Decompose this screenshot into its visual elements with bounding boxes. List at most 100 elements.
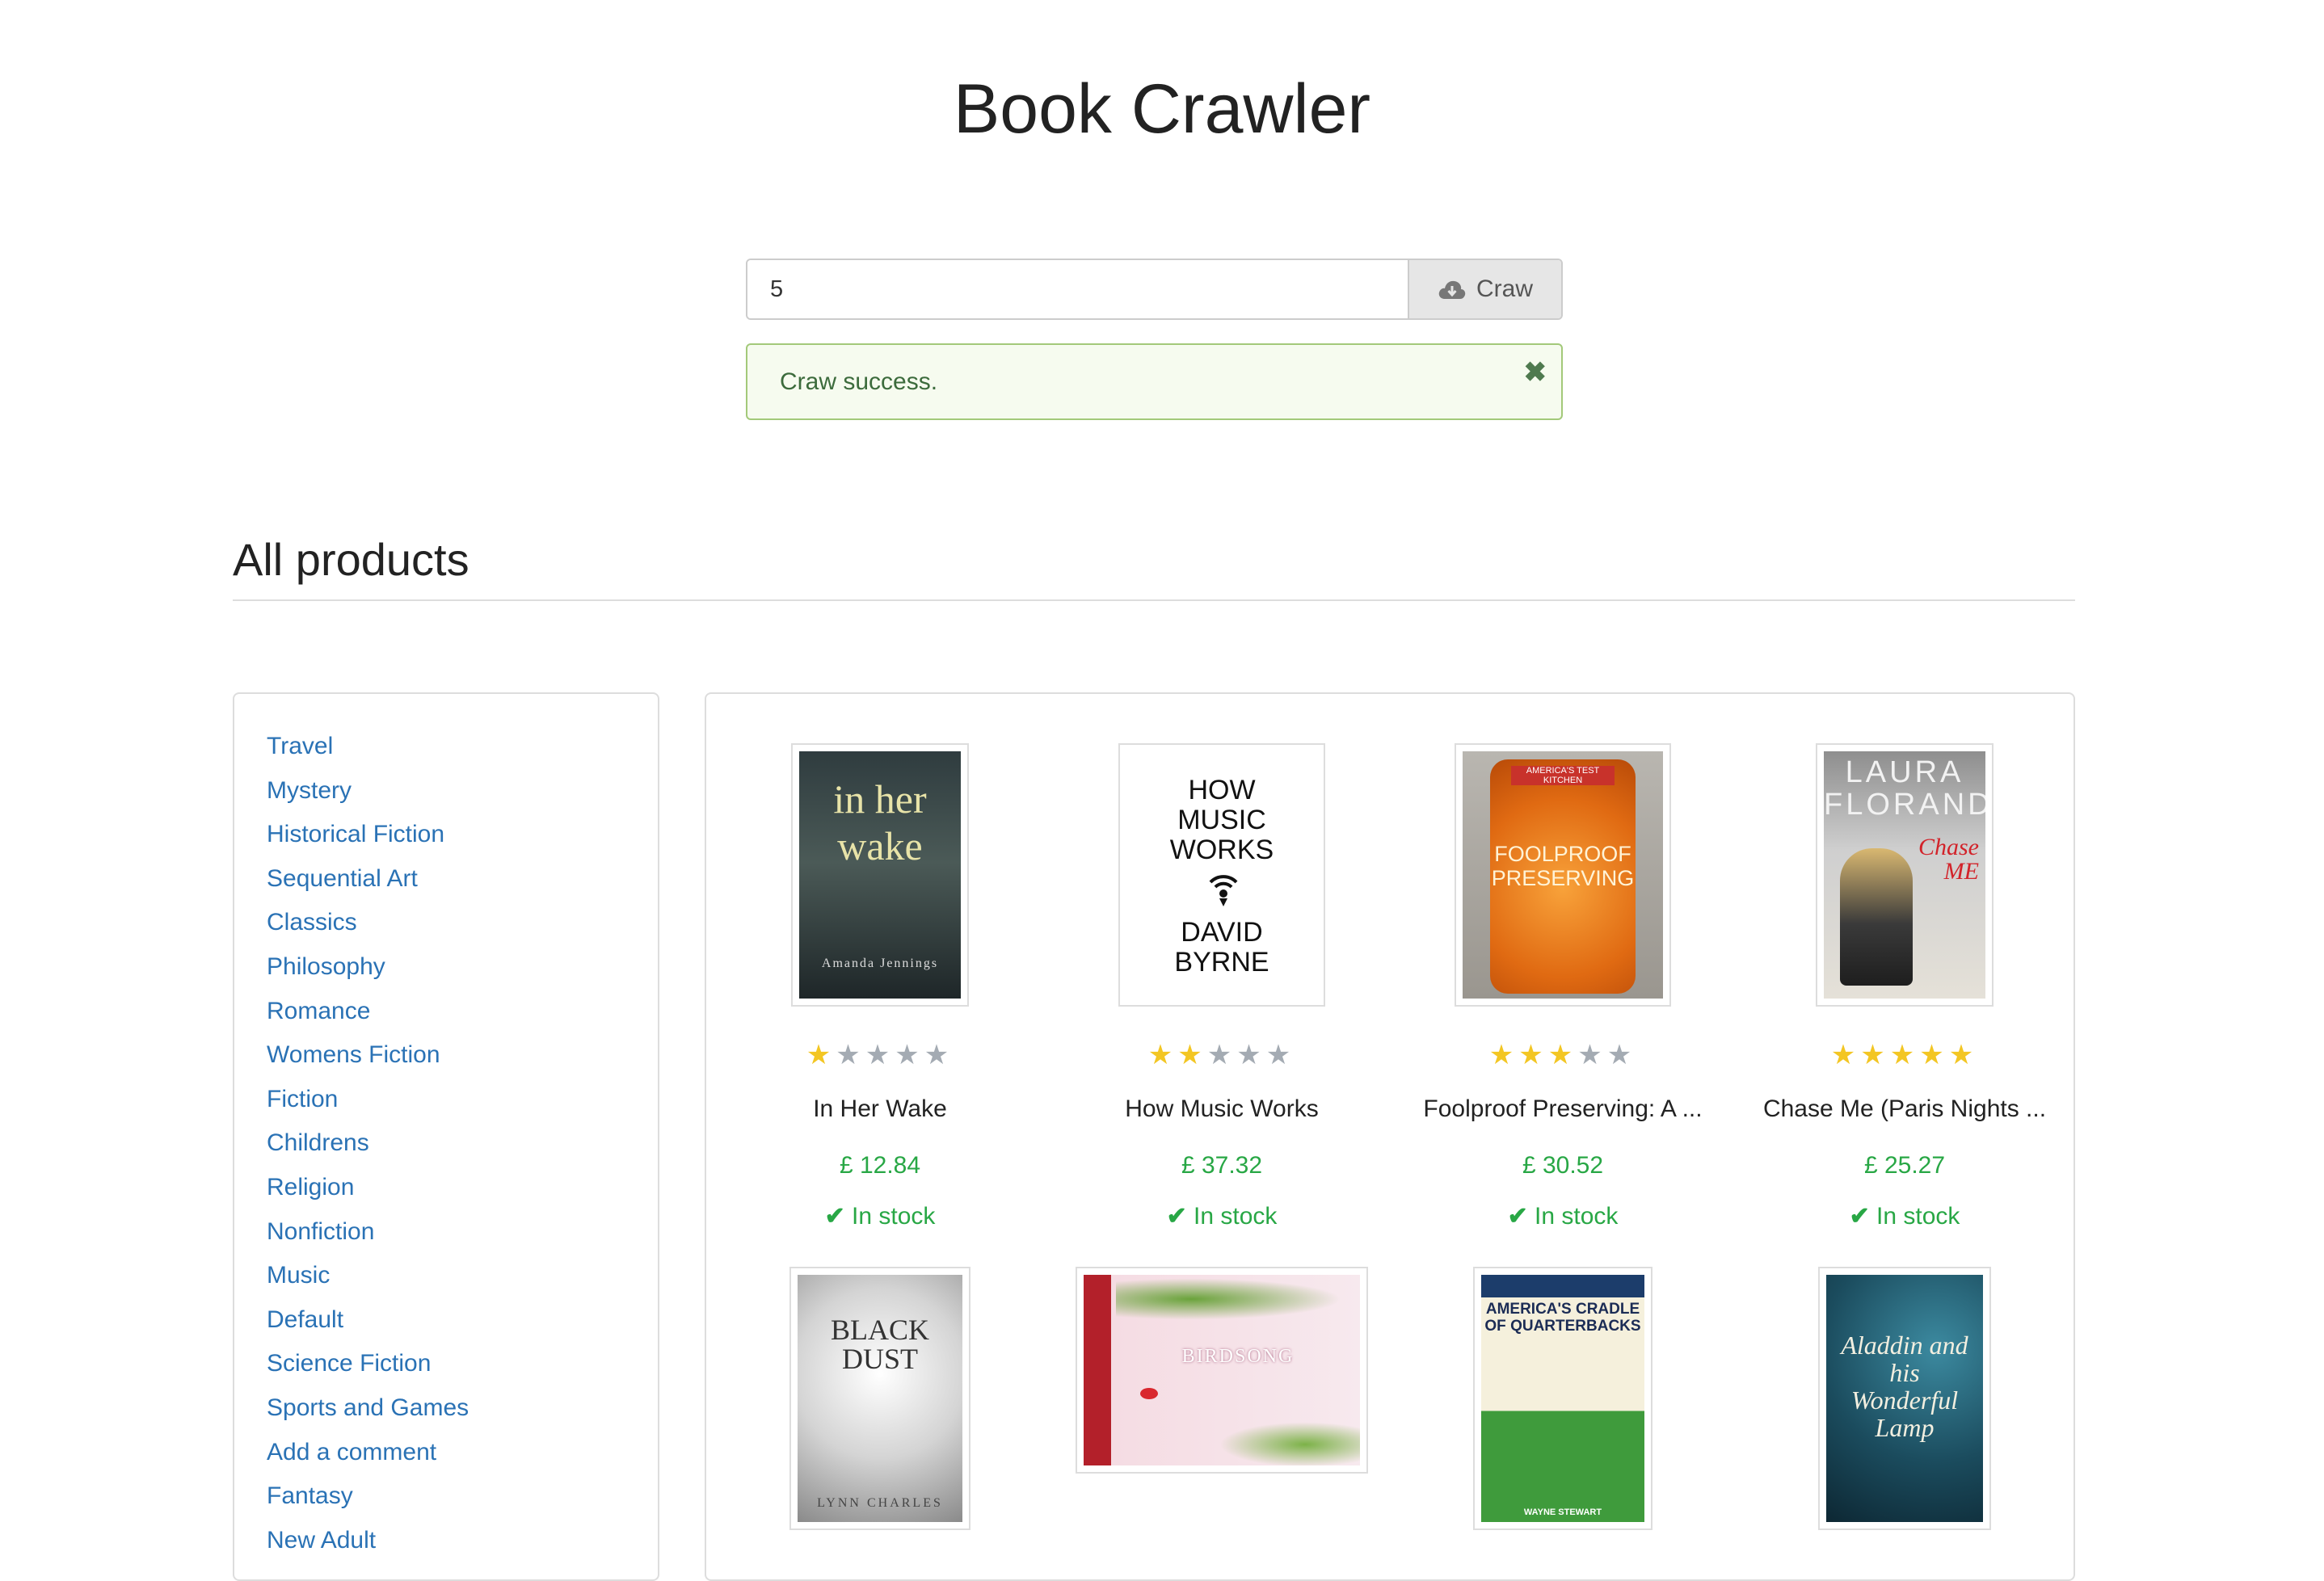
category-link[interactable]: Add a comment	[267, 1431, 658, 1475]
category-link[interactable]: Historical Fiction	[267, 813, 658, 857]
star-filled-icon: ★	[1147, 1040, 1178, 1070]
star-empty-icon: ★	[1206, 1040, 1237, 1070]
category-link[interactable]: Fiction	[267, 1078, 658, 1122]
book-cover[interactable]: HOW MUSIC WORKS DAVID BYRNE	[1118, 743, 1325, 1007]
book-cover-art: FOOLPROOF PRESERVING AMERICA'S TEST KITC…	[1463, 751, 1663, 999]
star-filled-icon: ★	[1919, 1040, 1949, 1070]
cover-leaves	[1213, 1420, 1360, 1465]
cover-author: WAYNE STEWART	[1523, 1507, 1602, 1517]
product-price: £ 12.84	[839, 1152, 921, 1179]
product-card[interactable]: LAURA FLORAND Chase ME ★★★★★ Chase Me (P…	[1735, 743, 2074, 1230]
close-icon[interactable]: ✖	[1524, 356, 1547, 389]
book-cover-art: BLACK DUST LYNN CHARLES	[798, 1275, 962, 1522]
craw-button[interactable]: Craw	[1408, 260, 1561, 318]
cover-title: Aladdin and his Wonderful Lamp	[1841, 1331, 1968, 1442]
star-rating: ★★★★★	[1393, 1039, 1732, 1071]
star-rating: ★★★★★	[1052, 1039, 1391, 1071]
category-link[interactable]: Travel	[267, 725, 658, 769]
book-cover[interactable]: Aladdin and his Wonderful Lamp	[1818, 1267, 1991, 1530]
product-price: £ 37.32	[1181, 1152, 1263, 1179]
star-empty-icon: ★	[836, 1040, 865, 1070]
star-filled-icon: ★	[1488, 1040, 1519, 1070]
cover-title: HOW MUSIC WORKS	[1169, 775, 1274, 865]
category-link[interactable]: Religion	[267, 1166, 658, 1210]
category-link[interactable]: Childrens	[267, 1121, 658, 1166]
book-cover-art: BIRDSONG	[1084, 1275, 1360, 1465]
star-filled-icon: ★	[1518, 1040, 1548, 1070]
cover-title: in her wake	[833, 776, 927, 868]
star-filled-icon: ★	[1948, 1040, 1979, 1070]
star-filled-icon: ★	[1177, 1040, 1207, 1070]
category-link[interactable]: Sports and Games	[267, 1386, 658, 1431]
category-link[interactable]: Music	[267, 1254, 658, 1298]
book-cover-art: LAURA FLORAND Chase ME	[1824, 751, 1985, 999]
crawl-count-input[interactable]	[747, 260, 1408, 318]
book-cover[interactable]: FOOLPROOF PRESERVING AMERICA'S TEST KITC…	[1455, 743, 1671, 1007]
book-cover[interactable]: LAURA FLORAND Chase ME	[1816, 743, 1994, 1007]
stock-label: In stock	[1535, 1203, 1619, 1230]
check-icon: ✔	[1849, 1203, 1870, 1230]
book-cover[interactable]: AMERICA'S CRADLE OF QUARTERBACKS WAYNE S…	[1473, 1267, 1652, 1530]
book-cover-art: HOW MUSIC WORKS DAVID BYRNE	[1126, 751, 1317, 999]
star-empty-icon: ★	[1606, 1040, 1637, 1070]
cover-banner	[1481, 1275, 1644, 1297]
stock-label: In stock	[1194, 1203, 1278, 1230]
book-cover[interactable]: BIRDSONG	[1076, 1267, 1368, 1474]
product-name[interactable]: Foolproof Preserving: A ...	[1393, 1095, 1732, 1123]
category-link[interactable]: Philosophy	[267, 945, 658, 990]
category-link[interactable]: Nonfiction	[267, 1210, 658, 1255]
stock-status: ✔ In stock	[1735, 1202, 2074, 1230]
cover-author: Amanda Jennings	[821, 957, 939, 970]
product-card[interactable]: Aladdin and his Wonderful Lamp	[1735, 1267, 2074, 1530]
stock-label: In stock	[1876, 1203, 1960, 1230]
category-link[interactable]: Default	[267, 1298, 658, 1343]
product-name[interactable]: In Her Wake	[710, 1095, 1050, 1123]
product-card[interactable]: BLACK DUST LYNN CHARLES	[710, 1267, 1050, 1530]
star-filled-icon: ★	[1547, 1040, 1578, 1070]
product-name[interactable]: Chase Me (Paris Nights ...	[1735, 1095, 2074, 1123]
star-empty-icon: ★	[1265, 1040, 1296, 1070]
category-link[interactable]: Mystery	[267, 769, 658, 814]
category-link[interactable]: Fantasy	[267, 1474, 658, 1519]
check-icon: ✔	[1166, 1203, 1187, 1230]
product-price: £ 25.27	[1863, 1152, 1946, 1179]
success-alert: Craw success. ✖	[746, 343, 1563, 420]
cover-title: AMERICA'S CRADLE OF QUARTERBACKS	[1484, 1301, 1641, 1335]
craw-button-label: Craw	[1476, 275, 1533, 302]
stock-label: In stock	[852, 1203, 936, 1230]
bird-shape	[1140, 1388, 1158, 1399]
star-empty-icon: ★	[1236, 1040, 1266, 1070]
cover-title: FOOLPROOF PRESERVING	[1491, 842, 1635, 890]
wifi-icon	[1209, 875, 1238, 906]
cover-author: LAURA FLORAND	[1824, 755, 1985, 822]
book-cover-art: Aladdin and his Wonderful Lamp	[1826, 1275, 1983, 1522]
category-sidebar: Travel Mystery Historical Fiction Sequen…	[233, 692, 659, 1581]
category-link[interactable]: Classics	[267, 901, 658, 945]
book-cover[interactable]: BLACK DUST LYNN CHARLES	[789, 1267, 970, 1530]
star-filled-icon: ★	[806, 1040, 836, 1070]
check-icon: ✔	[1507, 1203, 1528, 1230]
category-link[interactable]: Womens Fiction	[267, 1033, 658, 1078]
product-card[interactable]: AMERICA'S CRADLE OF QUARTERBACKS WAYNE S…	[1393, 1267, 1732, 1530]
product-name[interactable]: How Music Works	[1052, 1095, 1391, 1123]
stock-status: ✔ In stock	[1052, 1202, 1391, 1230]
category-link[interactable]: Science Fiction	[267, 1342, 658, 1386]
cover-title: BLACK DUST	[830, 1314, 929, 1375]
stock-status: ✔ In stock	[710, 1202, 1050, 1230]
cover-title: Chase ME	[1918, 834, 1979, 885]
book-cover-art: in her wake Amanda Jennings	[799, 751, 961, 999]
category-link[interactable]: Romance	[267, 990, 658, 1034]
stock-status: ✔ In stock	[1393, 1202, 1732, 1230]
book-cover[interactable]: in her wake Amanda Jennings	[791, 743, 969, 1007]
product-card[interactable]: HOW MUSIC WORKS DAVID BYRNE ★★★★★ How Mu…	[1052, 743, 1391, 1230]
cloud-download-icon	[1438, 280, 1466, 299]
category-link[interactable]: New Adult	[267, 1519, 658, 1563]
star-empty-icon: ★	[865, 1040, 895, 1070]
product-card[interactable]: FOOLPROOF PRESERVING AMERICA'S TEST KITC…	[1393, 743, 1732, 1230]
cover-title: BIRDSONG	[1181, 1346, 1295, 1367]
book-cover-art: AMERICA'S CRADLE OF QUARTERBACKS WAYNE S…	[1481, 1275, 1644, 1522]
star-filled-icon: ★	[1860, 1040, 1890, 1070]
product-card[interactable]: BIRDSONG	[1052, 1267, 1391, 1474]
category-link[interactable]: Sequential Art	[267, 857, 658, 902]
product-card[interactable]: in her wake Amanda Jennings ★★★★★ In Her…	[710, 743, 1050, 1230]
